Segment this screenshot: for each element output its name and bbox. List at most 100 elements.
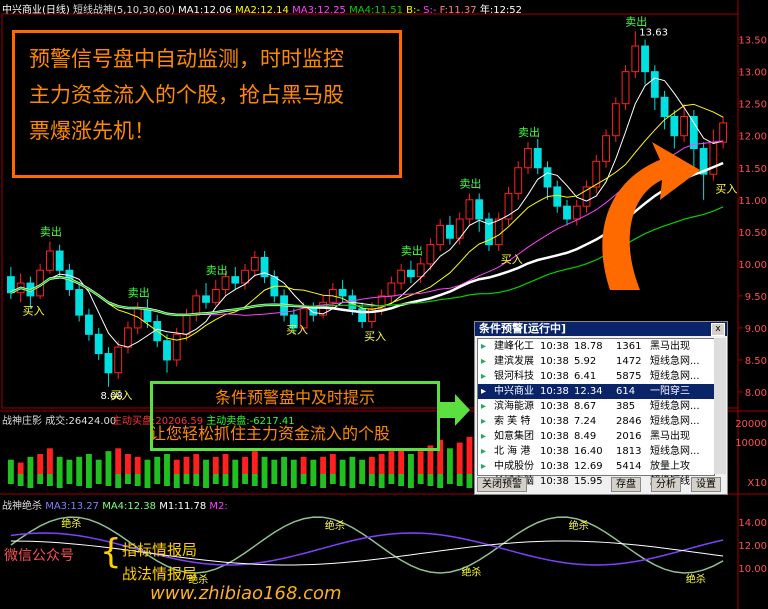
lower-tick-label: 12.00 — [738, 541, 767, 552]
alert-row[interactable]: ▸ 建滨发展 10:38 5.92 1472 短线急网... — [478, 354, 714, 369]
arrow-icon — [602, 142, 700, 290]
volume-bar — [368, 456, 375, 474]
save-button[interactable]: 存盘 — [611, 477, 641, 492]
volume-bar — [203, 474, 209, 488]
footer-item-1: 指标情报局 — [122, 541, 198, 559]
volume-bar — [164, 454, 170, 474]
alert-cell-vol: 385 — [616, 401, 636, 412]
alert-row[interactable]: ▸ 中兴商业 10:38 12.34 614 一阳穿三 — [478, 384, 714, 399]
volume-bar — [359, 459, 366, 474]
alert-cell-signal: 黑马出现 — [650, 431, 690, 442]
alert-panel-buttons: 关闭预警 存盘 分析 设置 — [477, 477, 723, 492]
volume-bar — [320, 474, 327, 488]
alert-cell-time: 10:38 — [540, 341, 569, 352]
close-icon[interactable]: x — [711, 323, 725, 336]
volume-bar — [329, 474, 336, 484]
volume-bar — [466, 436, 473, 474]
volume-bar — [56, 474, 63, 488]
alert-row[interactable]: ▸ 中成股份 10:38 12.69 5414 放量上攻 — [478, 459, 714, 474]
alert-row[interactable]: ▸ 银河科技 10:38 6.41 5875 短线急网... — [478, 369, 714, 384]
candle-body — [124, 327, 132, 348]
settings-button[interactable]: 设置 — [691, 477, 721, 492]
kill-signal-label: 绝杀 — [569, 519, 589, 532]
volume-bar — [66, 474, 73, 484]
volume-bar — [46, 474, 53, 486]
sell-signal-label: 卖出 — [40, 224, 62, 238]
alert-cell-time: 10:38 — [540, 386, 569, 397]
candle-body — [85, 314, 93, 335]
chart-header: 中兴商业(日线) 短线战神(5,10,30,60) MA1:12.06 MA2:… — [2, 1, 522, 16]
volume-tick-label: X10 — [747, 478, 767, 489]
volume-bar — [300, 474, 307, 484]
candle-body — [211, 288, 220, 303]
volume-bar — [456, 474, 463, 486]
alert-cell-time: 10:38 — [540, 356, 569, 367]
row-marker-icon: ▸ — [481, 386, 487, 397]
volume-bar — [76, 456, 83, 474]
candle-body — [387, 282, 396, 297]
lower-m2: M2: — [209, 501, 228, 512]
candle-body — [221, 276, 230, 290]
candle-body — [631, 45, 640, 73]
candle-body — [397, 269, 406, 284]
volume-bar — [17, 462, 24, 474]
footer-items: 指标情报局 战法情报局 — [122, 538, 197, 586]
volume-bar — [456, 442, 463, 474]
volume-bar — [37, 454, 44, 474]
candle-body — [719, 122, 728, 143]
alert-row[interactable]: ▸ 建峰化工 10:38 18.78 1361 黑马出现 — [478, 339, 714, 354]
candle-body — [563, 205, 571, 220]
candle-body — [621, 71, 630, 105]
candle-body — [231, 276, 240, 284]
candle-body — [475, 199, 484, 220]
promo-line-2: 主力资金流入的个股，抢占黑马股 — [29, 83, 344, 107]
buy-signal-label: 买入 — [715, 183, 737, 196]
price-tick-label: 8.00 — [745, 388, 767, 399]
volume-bar — [7, 459, 14, 474]
alert-cell-vol: 2016 — [616, 431, 642, 442]
alert-row[interactable]: ▸ 滨海能源 10:38 8.67 385 短线急网... — [478, 399, 714, 414]
alert-row[interactable]: ▸ 索 芙 特 10:38 7.24 2846 短线急网... — [478, 414, 714, 429]
candle-body — [202, 295, 210, 303]
volume-bar — [447, 448, 453, 474]
volume-bar — [407, 474, 414, 488]
lower-panel-name: 战神绝杀 — [2, 501, 42, 512]
alert-cell-signal: 短线急网... — [650, 371, 700, 382]
sell-signal-label: 卖出 — [518, 125, 540, 139]
sell-signal-label: 卖出 — [625, 14, 647, 28]
volume-bar — [173, 459, 180, 474]
volume-bar — [388, 451, 395, 474]
row-marker-icon: ▸ — [481, 341, 487, 352]
s-value: S:- — [423, 5, 437, 16]
alert-cell-time: 10:38 — [540, 461, 569, 472]
analyze-button[interactable]: 分析 — [651, 477, 681, 492]
alert-cell-time: 10:38 — [540, 371, 569, 382]
volume-bar — [349, 474, 356, 488]
alert-cell-signal: 短线急网... — [650, 446, 700, 457]
kill-signal-label: 绝杀 — [325, 519, 345, 532]
volume-bar — [290, 474, 297, 488]
close-alert-button[interactable]: 关闭预警 — [477, 477, 527, 492]
volume-bar — [290, 459, 297, 474]
candle-body — [446, 224, 454, 239]
low-price-label: 8.08 — [100, 391, 122, 402]
volume-tick-label: 10000 — [735, 438, 767, 449]
f-value: F:11.37 — [439, 5, 477, 16]
volume-bar — [271, 474, 278, 484]
volume-bar — [300, 456, 307, 474]
alert-cell-signal: 短线急网... — [650, 416, 700, 427]
candle-body — [426, 244, 435, 265]
alert-cell-price: 8.49 — [574, 431, 597, 442]
buy-signal-label: 买入 — [501, 253, 523, 266]
volume-bar — [378, 454, 385, 474]
promo-box: 预警信号盘中自动监测，时时监控 主力资金流入的个股，抢占黑马股 票爆涨先机！ — [12, 30, 402, 178]
price-tick-label: 9.00 — [745, 324, 767, 335]
alert-row[interactable]: ▸ 北 海 港 10:38 16.40 1813 短线急网... — [478, 444, 714, 459]
promo-line-1: 预警信号盘中自动监测，时时监控 — [29, 47, 344, 71]
alert-list-scrollbar[interactable] — [714, 338, 726, 474]
kill-signal-label: 绝杀 — [61, 517, 81, 530]
alert-row[interactable]: ▸ 如意集团 10:38 8.49 2016 黑马出现 — [478, 429, 714, 444]
volume-bar — [105, 451, 112, 474]
volume-bar — [222, 454, 229, 474]
candle-body — [75, 288, 84, 316]
